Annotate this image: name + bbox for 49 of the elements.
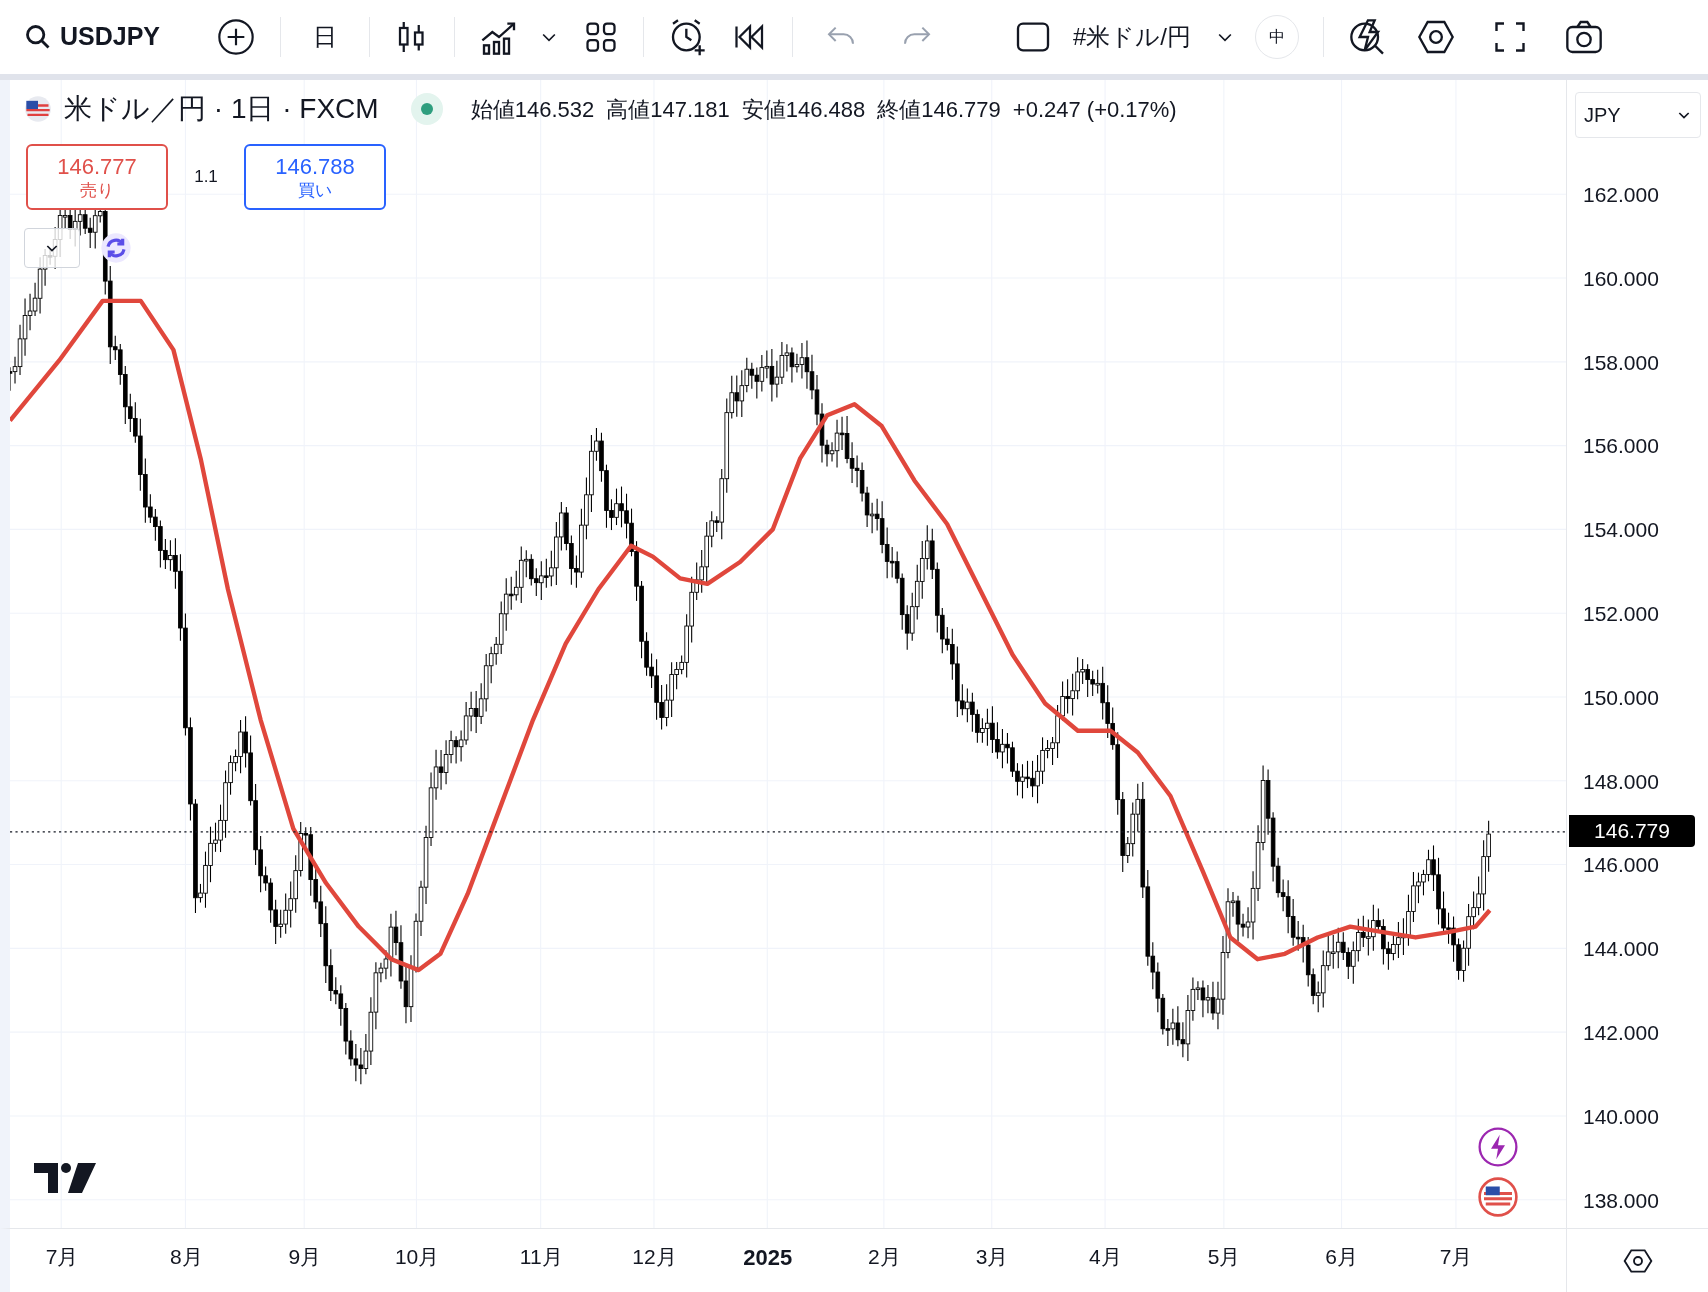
ohlc-value: 安値146.488 xyxy=(741,95,866,124)
spread-value: 1.1 xyxy=(193,166,219,189)
flag-icon[interactable] xyxy=(1477,1176,1519,1218)
time-label: 5月 xyxy=(1207,1244,1241,1270)
time-label: 4月 xyxy=(1089,1244,1122,1270)
ohlc-value: 始値146.532 xyxy=(470,95,595,124)
tradingview-logo xyxy=(34,1163,96,1193)
fullscreen-icon[interactable] xyxy=(1492,19,1528,55)
price-label: 150.000 xyxy=(1583,686,1659,708)
price-label: 160.000 xyxy=(1583,267,1659,289)
time-label: 8月 xyxy=(169,1244,203,1270)
price-change: +0.247 (+0.17%) xyxy=(1012,95,1177,124)
time-label: 3月 xyxy=(975,1244,1009,1270)
price-label: 158.000 xyxy=(1583,351,1659,373)
time-label: 2月 xyxy=(867,1244,901,1270)
price-label: 152.000 xyxy=(1583,603,1659,624)
ohlc-value: 高値147.181 xyxy=(606,95,730,124)
symbol-search-button[interactable]: #米ドル/円 xyxy=(1073,19,1191,55)
time-label: 7月 xyxy=(45,1244,79,1270)
chart-title: 米ドル／円 · 1日 · FXCM xyxy=(64,92,379,126)
search-icon[interactable] xyxy=(24,23,52,51)
layout-icon[interactable] xyxy=(583,19,619,55)
interval-button[interactable]: 日 xyxy=(305,19,345,55)
currency-label[interactable]: JPY xyxy=(1584,100,1621,130)
symbol-name[interactable]: USDJPY xyxy=(60,18,200,56)
time-label: 2025 xyxy=(743,1244,793,1272)
lightning-icon[interactable] xyxy=(1477,1126,1519,1168)
time-label: 9月 xyxy=(288,1244,322,1270)
time-label: 7月 xyxy=(1439,1244,1473,1270)
price-label: 142.000 xyxy=(1583,1022,1659,1043)
time-label: 12月 xyxy=(632,1244,677,1270)
time-label: 10月 xyxy=(394,1244,440,1270)
price-label: 146.000 xyxy=(1583,854,1659,876)
buy-button[interactable]: 146.788 買い xyxy=(244,144,386,210)
add-symbol-icon[interactable] xyxy=(216,17,256,57)
price-label: 162.000 xyxy=(1583,184,1659,205)
refresh-icon[interactable] xyxy=(100,232,132,264)
sell-button[interactable]: 146.777 売り xyxy=(26,144,168,210)
ohlc-value: 終値146.779 xyxy=(877,95,1001,124)
price-label: 154.000 xyxy=(1583,519,1659,541)
last-price-label: 146.779 xyxy=(1569,815,1695,847)
price-label: 156.000 xyxy=(1583,435,1659,457)
price-label: 148.000 xyxy=(1583,770,1659,792)
price-label: 138.000 xyxy=(1583,1189,1659,1211)
time-label: 6月 xyxy=(1325,1244,1358,1270)
price-label: 140.000 xyxy=(1583,1105,1659,1127)
price-label: 144.000 xyxy=(1583,938,1659,960)
flag-icon xyxy=(24,95,52,123)
time-label: 11月 xyxy=(519,1244,563,1270)
